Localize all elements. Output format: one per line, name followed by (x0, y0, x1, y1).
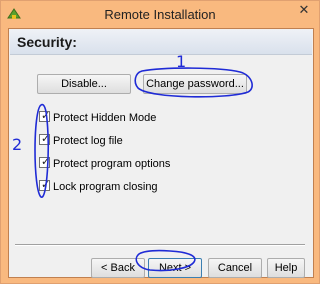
dialog-body: Security: Disable... Change password... … (8, 28, 314, 278)
section-header: Security: (10, 30, 312, 55)
option-label: Protect Hidden Mode (53, 112, 157, 124)
footer-divider (15, 244, 305, 246)
remote-installation-window: Remote Installation ✕ Security: Disable.… (0, 0, 320, 284)
checkmark-icon: ✓ (41, 110, 51, 122)
section-title: Security: (17, 34, 77, 50)
help-button[interactable]: Help (267, 258, 305, 278)
back-button[interactable]: < Back (91, 258, 145, 278)
change-password-button[interactable]: Change password... (143, 74, 247, 94)
disable-button[interactable]: Disable... (37, 74, 131, 94)
next-button[interactable]: Next > (148, 258, 202, 278)
checkmark-icon: ✓ (41, 179, 51, 191)
window-title: Remote Installation (104, 7, 216, 22)
cancel-button[interactable]: Cancel (208, 258, 262, 278)
option-label: Protect program options (53, 158, 171, 170)
checkbox[interactable]: ✓ (39, 133, 51, 145)
option-label: Lock program closing (53, 181, 158, 193)
checkbox[interactable]: ✓ (39, 179, 51, 191)
checkbox[interactable]: ✓ (39, 156, 51, 168)
option-label: Protect log file (53, 135, 123, 147)
checkmark-icon: ✓ (41, 156, 51, 168)
title-bar[interactable]: Remote Installation ✕ (1, 1, 319, 28)
checkmark-icon: ✓ (41, 133, 51, 145)
checkbox[interactable]: ✓ (39, 110, 51, 122)
close-icon[interactable]: ✕ (293, 1, 315, 19)
